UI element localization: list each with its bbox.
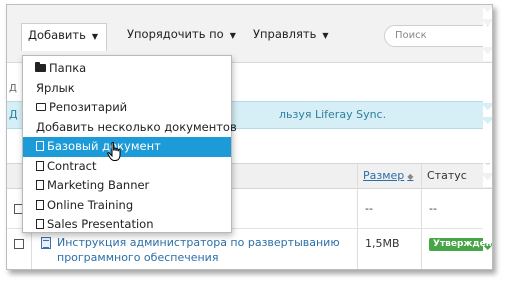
cell-size: 1,5MB [365,237,400,250]
menu-item-label: Contract [47,158,97,173]
add-button[interactable]: Добавить ▼ [21,23,107,51]
screenshot-frame: Добавить ▼ Упорядочить по ▼ Управлять ▼ Пои… [6,4,493,270]
file-icon [36,141,44,151]
menu-item-sales-presentation[interactable]: Sales Presentation [23,215,231,235]
file-icon [36,180,44,190]
file-icon [36,219,44,229]
menu-item-label: Ярлык [36,80,75,95]
row-checkbox[interactable] [14,239,24,249]
menu-item-label: Репозитарий [49,100,128,114]
sort-icon: ◆ [407,172,414,181]
menu-item-online-training[interactable]: Online Training [23,196,231,216]
alert-text: льзуя Liferay Sync. [279,108,387,121]
add-dropdown-menu: Папка Ярлык Репозитарий Добавить несколь… [22,55,237,235]
menu-item-contract[interactable]: Contract [23,157,231,177]
folder-icon [35,62,46,72]
caret-down-icon: ▼ [229,31,236,40]
alert-prefix: Д [9,108,18,121]
menu-item-add-multiple[interactable]: Добавить несколько документов [23,118,237,138]
cell-status: -- [429,202,437,215]
cell-size: -- [365,202,373,215]
column-header-status: Статус [427,169,467,182]
search-placeholder: Поиск [395,30,427,41]
manage-button[interactable]: Управлять ▼ [247,23,335,45]
menu-item-label: Папка [49,61,87,75]
hand-cursor-icon [107,142,121,161]
search-input[interactable]: Поиск [384,25,492,47]
menu-item-marketing-banner[interactable]: Marketing Banner [23,176,231,196]
menu-item-label: Добавить несколько документов [36,119,237,134]
menu-item-folder[interactable]: Папка [23,59,231,79]
column-size-label: Размер [363,169,405,182]
document-title-link[interactable]: Инструкция администратора по развертыван… [57,235,357,265]
menu-item-label: Sales Presentation [47,217,154,231]
file-icon [36,160,44,171]
menu-item-basic-document[interactable]: Базовый документ [23,137,231,157]
column-header-size[interactable]: Размер ◆ [363,164,413,189]
menu-item-label: Базовый документ [47,139,161,153]
breadcrumb-stub: Д [9,83,17,94]
torn-edge-decoration [483,5,492,269]
menu-item-label: Marketing Banner [47,178,150,192]
add-button-label: Добавить [28,28,86,42]
file-icon [36,199,44,210]
sort-by-button[interactable]: Упорядочить по ▼ [121,23,242,45]
document-icon [41,237,51,249]
menu-item-shortcut[interactable]: Ярлык [23,79,231,99]
repository-icon [36,103,46,111]
menu-item-label: Online Training [47,197,134,212]
sort-by-label: Упорядочить по [127,27,224,41]
table-row: Инструкция администратора по развертыван… [7,229,492,269]
manage-label: Управлять [253,27,317,41]
menu-item-repository[interactable]: Репозитарий [23,98,231,118]
caret-down-icon: ▼ [91,32,99,41]
caret-down-icon: ▼ [322,31,329,40]
